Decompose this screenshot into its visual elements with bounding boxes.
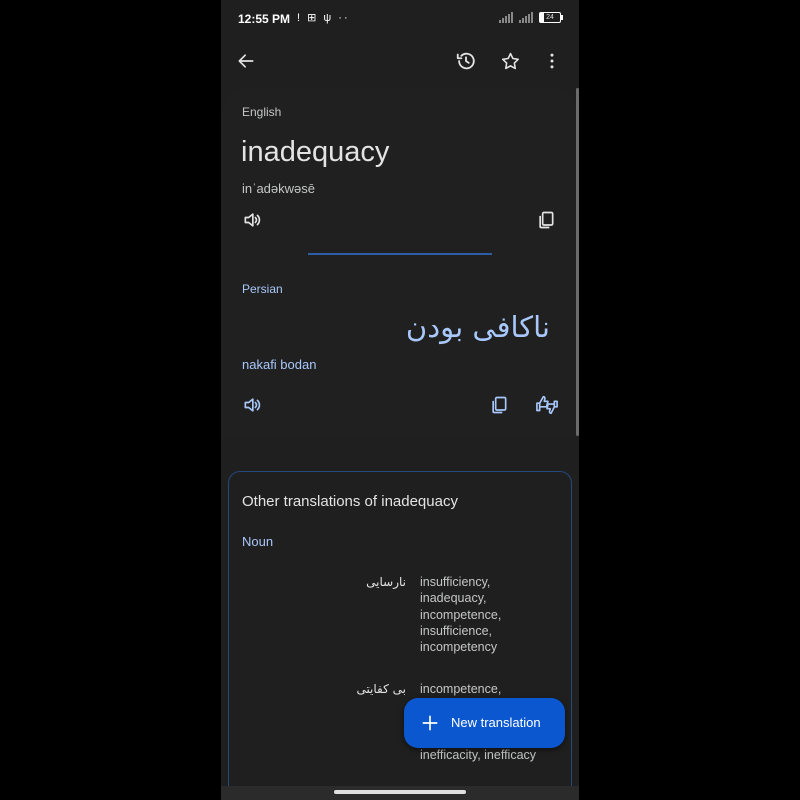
new-translation-button[interactable]: New translation [404,698,565,748]
translation-entry-word[interactable]: بی کفایتی [356,682,406,696]
signal-icon [499,12,513,23]
translation-entry-synonyms: incompetence, [420,682,502,696]
status-bar: 12:55 PM ! ⊞ ψ ·· 24 [221,0,579,38]
new-translation-label: New translation [451,715,541,730]
home-gesture-handle[interactable] [334,790,466,794]
back-button[interactable] [231,46,261,76]
listen-source-button[interactable] [237,205,267,235]
back-arrow-icon [238,54,254,68]
section-divider [308,253,492,255]
star-icon [501,52,519,69]
thumbs-up-down-icon [536,395,558,415]
target-text[interactable]: ناکافی بودن [406,310,550,344]
navigation-bar [221,786,579,800]
favorite-button[interactable] [495,46,525,76]
plus-icon [422,715,438,731]
speaker-icon [244,398,261,412]
history-icon [456,52,475,70]
status-time: 12:55 PM [238,12,291,26]
target-language-label[interactable]: Persian [242,282,283,296]
app-bar [221,38,579,84]
phone-screen: 12:55 PM ! ⊞ ψ ·· 24 English inadequacy … [221,0,579,800]
copy-icon [539,211,554,229]
battery-icon: 24 [539,12,563,23]
translation-entry-synonyms-continued: inefficacity, inefficacy [420,748,537,762]
part-of-speech-label: Noun [242,534,274,549]
more-vert-icon [550,53,554,69]
translation-entry-synonyms: insufficiency, inadequacy, incompetence,… [420,575,502,655]
translation-entry-word[interactable]: نارسایی [366,575,406,589]
copy-target-button[interactable] [484,390,514,420]
history-button[interactable] [451,46,481,76]
translation-card: English inadequacy inˈadəkwəsē Persian ن… [221,88,579,438]
copy-icon [492,396,507,414]
more-options-button[interactable] [537,46,567,76]
source-language-label[interactable]: English [242,105,281,119]
source-text[interactable]: inadequacy [241,136,389,169]
battery-level: 24 [546,14,554,21]
target-transliteration: nakafi bodan [242,357,317,372]
status-notification-icons: ! ⊞ ψ ·· [297,12,350,24]
scrollbar[interactable] [576,88,579,436]
rate-translation-button[interactable] [532,390,562,420]
speaker-icon [244,213,261,227]
other-translations-card: Other translations of inadequacy Noun نا… [228,471,572,800]
signal-icon-2 [519,12,533,23]
status-right-icons: 24 [499,12,563,23]
listen-target-button[interactable] [237,390,267,420]
other-translations-title: Other translations of inadequacy [242,493,458,510]
copy-source-button[interactable] [531,205,561,235]
source-phonetic: inˈadəkwəsē [242,181,315,196]
